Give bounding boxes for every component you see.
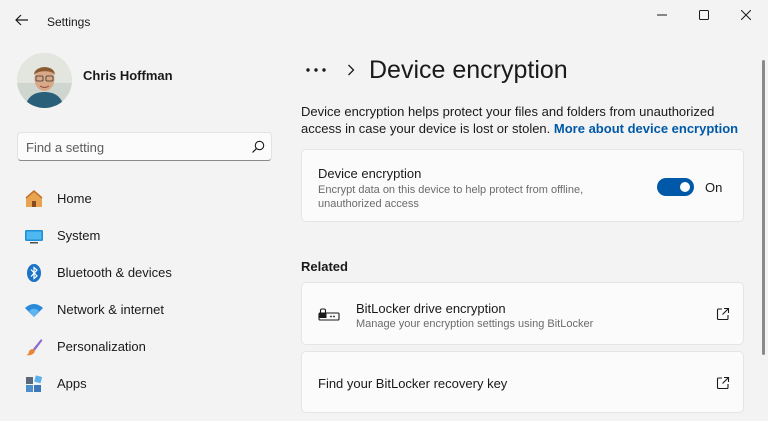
minimize-button[interactable] [642,2,682,28]
sidebar-item-personalization[interactable]: Personalization [14,328,276,365]
scrollbar[interactable] [762,60,765,355]
maximize-icon [699,10,709,20]
wifi-icon [24,300,44,320]
sidebar-nav: Home System Bluetooth & devices Network … [14,180,276,402]
breadcrumb-more-button[interactable] [303,60,329,80]
settings-window: Settings Chris Hoffman Find a setting Ho… [0,0,768,421]
related-item-title: BitLocker drive encryption [356,301,506,316]
search-icon[interactable] [250,139,266,155]
sidebar-item-network[interactable]: Network & internet [14,291,276,328]
open-external-icon [716,307,730,321]
minimize-icon [657,14,667,16]
title-bar: Settings [0,0,768,40]
sidebar-item-label: Personalization [57,339,146,354]
bluetooth-icon [24,263,44,283]
breadcrumb: Device encryption [303,52,568,88]
related-item-title: Find your BitLocker recovery key [318,376,508,391]
page-title: Device encryption [369,55,568,84]
app-title: Settings [47,15,91,29]
sidebar-item-apps[interactable]: Apps [14,365,276,402]
chevron-right-icon [347,63,357,77]
device-encryption-card: Device encryption Encrypt data on this d… [301,149,744,222]
toggle-state-label: On [705,180,723,195]
brush-icon [24,337,44,357]
open-external-icon [716,376,730,390]
user-name: Chris Hoffman [83,68,173,83]
user-photo [17,53,72,108]
more-about-encryption-link[interactable]: More about device encryption [554,121,738,136]
sidebar-item-label: Home [57,191,92,206]
search-box[interactable] [17,132,272,161]
apps-icon [24,374,44,394]
sidebar-item-label: Bluetooth & devices [57,265,172,280]
toggle-knob [680,182,690,192]
sidebar-item-home[interactable]: Home [14,180,276,217]
setting-title: Device encryption [318,166,422,181]
home-icon [24,189,44,209]
system-icon [24,226,44,246]
related-item-subtitle: Manage your encryption settings using Bi… [356,318,594,330]
page-description: Device encryption helps protect your fil… [301,103,741,137]
sidebar-item-bluetooth[interactable]: Bluetooth & devices [14,254,276,291]
bitlocker-drive-icon [318,308,340,321]
sidebar-item-label: System [57,228,101,243]
avatar[interactable] [17,53,72,108]
related-header: Related [301,259,348,274]
close-icon [741,10,751,20]
more-dots-icon [306,68,326,72]
back-arrow-icon [15,14,28,26]
bitlocker-recovery-key-link[interactable]: Find your BitLocker recovery key [301,351,744,413]
close-button[interactable] [726,2,766,28]
maximize-button[interactable] [684,2,724,28]
back-button[interactable] [8,6,36,34]
setting-description: Encrypt data on this device to help prot… [318,184,584,210]
sidebar-item-system[interactable]: System [14,217,276,254]
sidebar-item-label: Apps [57,376,87,391]
bitlocker-drive-encryption-link[interactable]: BitLocker drive encryption Manage your e… [301,282,744,345]
sidebar-item-label: Network & internet [57,302,164,317]
device-encryption-toggle[interactable] [657,178,694,196]
search-input[interactable] [26,137,241,157]
